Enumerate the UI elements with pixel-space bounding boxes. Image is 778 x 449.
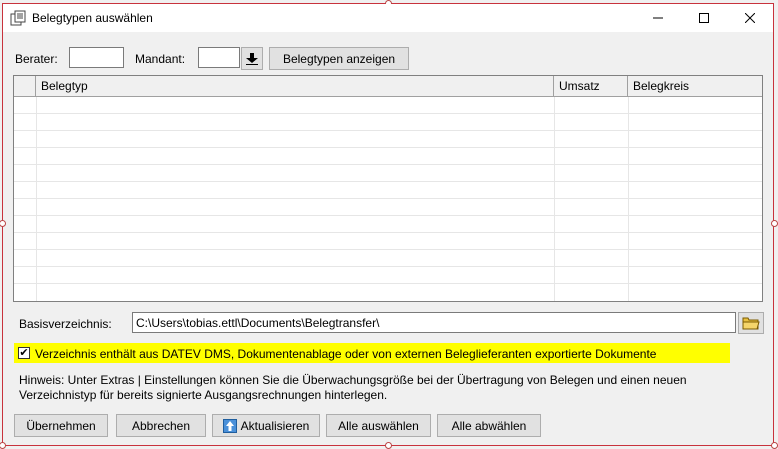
berater-field[interactable] bbox=[69, 47, 124, 68]
minimize-button[interactable] bbox=[635, 4, 681, 32]
minimize-icon bbox=[653, 17, 663, 19]
apply-button[interactable]: Übernehmen bbox=[14, 414, 108, 437]
basisverzeichnis-field[interactable] bbox=[132, 312, 736, 333]
refresh-button[interactable]: Aktualisieren bbox=[212, 414, 320, 437]
resize-handle-right[interactable] bbox=[771, 220, 778, 227]
table-row[interactable] bbox=[14, 199, 762, 216]
show-belegtypen-button[interactable]: Belegtypen anzeigen bbox=[269, 47, 409, 70]
table-row[interactable] bbox=[14, 114, 762, 131]
basisverzeichnis-label: Basisverzeichnis: bbox=[19, 317, 112, 331]
close-icon bbox=[745, 13, 755, 23]
table-row[interactable] bbox=[14, 97, 762, 114]
resize-handle-bottom-right[interactable] bbox=[771, 442, 778, 449]
select-all-button[interactable]: Alle auswählen bbox=[326, 414, 431, 437]
table-row[interactable] bbox=[14, 267, 762, 284]
belegtypen-table[interactable]: Belegtyp Umsatz Belegkreis bbox=[13, 75, 763, 302]
dms-export-checkbox-label[interactable]: Verzeichnis enthält aus DATEV DMS, Dokum… bbox=[35, 347, 656, 361]
mandant-dropdown-button[interactable] bbox=[241, 47, 263, 70]
table-row[interactable] bbox=[14, 233, 762, 250]
column-header-umsatz[interactable]: Umsatz bbox=[554, 76, 628, 96]
window-title: Belegtypen auswählen bbox=[32, 11, 153, 25]
table-row[interactable] bbox=[14, 250, 762, 267]
close-button[interactable] bbox=[727, 4, 773, 32]
table-row[interactable] bbox=[14, 182, 762, 199]
deselect-all-button[interactable]: Alle abwählen bbox=[437, 414, 541, 437]
mandant-label: Mandant: bbox=[135, 52, 186, 66]
hint-text: Hinweis: Unter Extras | Einstellungen kö… bbox=[19, 373, 769, 403]
hint-line-2: Verzeichnistyp für bereits signierte Aus… bbox=[19, 388, 388, 402]
dms-export-checkbox[interactable]: ✔ bbox=[18, 347, 30, 359]
folder-icon bbox=[742, 317, 760, 330]
resize-handle-bottom[interactable] bbox=[385, 442, 392, 449]
hint-line-1: Hinweis: Unter Extras | Einstellungen kö… bbox=[19, 373, 687, 387]
title-bar: Belegtypen auswählen bbox=[3, 4, 773, 32]
table-row[interactable] bbox=[14, 165, 762, 182]
maximize-button[interactable] bbox=[681, 4, 727, 32]
table-row[interactable] bbox=[14, 131, 762, 148]
mandant-field[interactable] bbox=[198, 47, 240, 68]
header-rowselector bbox=[14, 76, 36, 96]
resize-handle-bottom-left[interactable] bbox=[0, 442, 6, 449]
table-row[interactable] bbox=[14, 148, 762, 165]
download-arrow-icon bbox=[246, 52, 258, 65]
refresh-button-label: Aktualisieren bbox=[240, 418, 310, 433]
column-header-belegkreis[interactable]: Belegkreis bbox=[628, 76, 762, 96]
refresh-icon bbox=[222, 418, 237, 433]
table-header: Belegtyp Umsatz Belegkreis bbox=[14, 76, 762, 97]
maximize-icon bbox=[699, 13, 709, 23]
cancel-button[interactable]: Abbrechen bbox=[116, 414, 206, 437]
app-icon bbox=[10, 10, 26, 26]
berater-label: Berater: bbox=[15, 52, 58, 66]
table-row[interactable] bbox=[14, 216, 762, 233]
browse-folder-button[interactable] bbox=[738, 312, 764, 334]
column-header-belegtyp[interactable]: Belegtyp bbox=[36, 76, 554, 96]
